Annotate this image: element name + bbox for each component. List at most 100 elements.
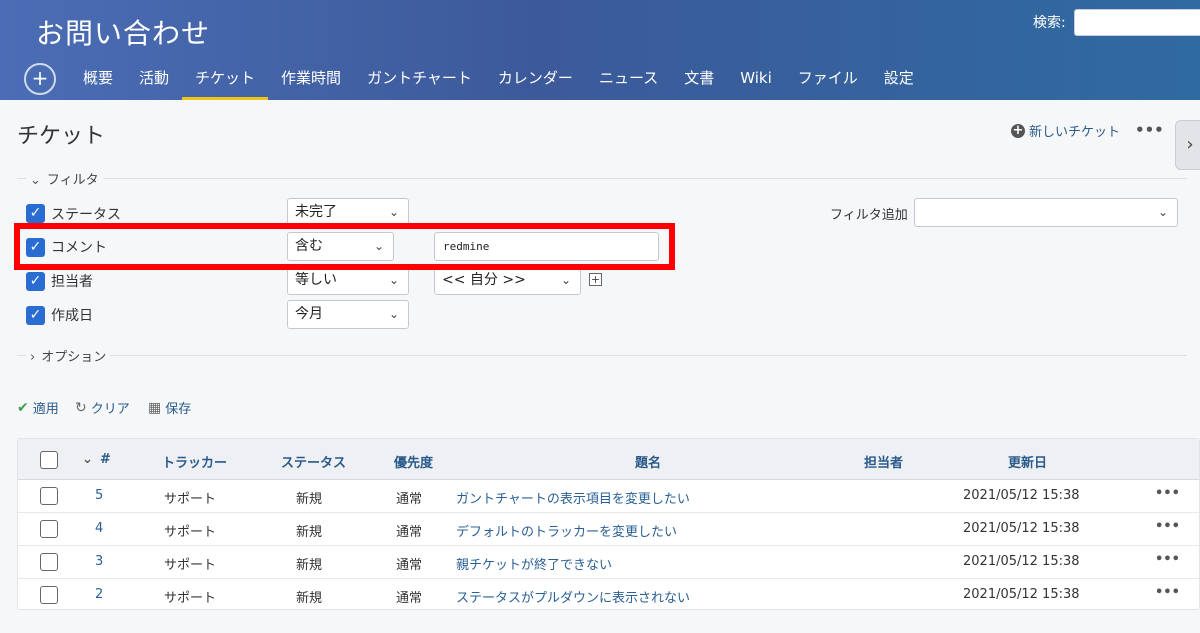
row-menu-icon[interactable]: •••	[1155, 519, 1180, 534]
project-title[interactable]: お問い合わせ	[36, 12, 210, 52]
issue-priority: 通常	[396, 492, 423, 507]
row-checkbox[interactable]	[40, 553, 58, 571]
issue-updated: 2021/05/12 15:38	[963, 488, 1080, 503]
new-object-button[interactable]: +	[24, 63, 56, 95]
new-issue-link[interactable]: + 新しいチケット	[1011, 121, 1120, 140]
chevron-down-icon: ⌄	[560, 273, 571, 287]
tab-overview[interactable]: 概要	[70, 60, 126, 100]
chevron-down-icon: ⌄	[388, 205, 399, 219]
issue-status: 新規	[296, 558, 323, 573]
filter-assignee-label: 担当者	[51, 274, 93, 290]
issue-subject[interactable]: ステータスがプルダウンに表示されない	[456, 587, 690, 606]
filter-assignee-operator-value: 等しい	[295, 272, 337, 288]
filter-assignee-operator[interactable]: 等しい ⌄	[287, 266, 409, 295]
filter-created-checkbox[interactable]: ✓	[26, 306, 45, 325]
select-all-checkbox[interactable]	[40, 451, 58, 469]
plus-icon: +	[31, 66, 49, 90]
table-header: ⌄ # トラッカー ステータス 優先度 題名 担当者 更新日	[18, 439, 1199, 480]
apply-link[interactable]: ✔ 適用	[17, 398, 59, 418]
reload-icon: ↻	[75, 399, 87, 416]
add-circle-icon: +	[1011, 122, 1025, 138]
sort-desc-icon[interactable]: ⌄	[82, 452, 93, 467]
filter-assignee-value: << 自分 >>	[442, 272, 526, 288]
issue-status: 新規	[296, 492, 323, 507]
row-checkbox[interactable]	[40, 487, 58, 505]
options-divider	[17, 355, 1187, 356]
issue-id[interactable]: 4	[95, 521, 103, 536]
issue-id[interactable]: 5	[95, 488, 103, 503]
filter-status-operator-value: 未完了	[295, 204, 337, 220]
col-priority[interactable]: 優先度	[394, 452, 433, 471]
filter-created-operator-value: 今月	[295, 306, 323, 322]
filter-assignee-checkbox[interactable]: ✓	[26, 272, 45, 291]
filter-assignee-value-select[interactable]: << 自分 >> ⌄	[434, 266, 581, 295]
issue-updated: 2021/05/12 15:38	[963, 587, 1080, 602]
table-row[interactable]: 3 サポート 新規 通常 親チケットが終了できない 2021/05/12 15:…	[18, 546, 1199, 579]
row-menu-icon[interactable]: •••	[1155, 585, 1180, 600]
more-actions-icon[interactable]: •••	[1135, 121, 1164, 139]
filter-divider	[17, 178, 1187, 179]
tab-files[interactable]: ファイル	[785, 60, 871, 100]
tab-gantt[interactable]: ガントチャート	[354, 60, 485, 100]
new-issue-label: 新しいチケット	[1029, 125, 1121, 140]
tab-issues[interactable]: チケット	[182, 60, 269, 100]
filter-legend[interactable]: ⌄ フィルタ	[26, 169, 103, 188]
main-menu: 概要 活動 チケット 作業時間 ガントチャート カレンダー ニュース 文書 Wi…	[70, 60, 927, 100]
tab-time-entries[interactable]: 作業時間	[268, 60, 354, 100]
table-row[interactable]: 5 サポート 新規 通常 ガントチャートの表示項目を変更したい 2021/05/…	[18, 480, 1199, 513]
issue-subject[interactable]: デフォルトのトラッカーを変更したい	[456, 521, 677, 540]
col-assignee[interactable]: 担当者	[864, 452, 903, 471]
issue-tracker: サポート	[164, 591, 217, 606]
apply-label: 適用	[32, 402, 59, 417]
issue-updated: 2021/05/12 15:38	[963, 554, 1080, 569]
row-menu-icon[interactable]: •••	[1155, 552, 1180, 567]
tab-calendar[interactable]: カレンダー	[485, 60, 586, 100]
issue-tracker: サポート	[164, 492, 217, 507]
table-row[interactable]: 2 サポート 新規 通常 ステータスがプルダウンに表示されない 2021/05/…	[18, 579, 1199, 612]
save-link[interactable]: ▦ 保存	[148, 398, 192, 418]
header: お問い合わせ 検索: + 概要 活動 チケット 作業時間 ガントチャート カレン…	[0, 0, 1200, 100]
search-input[interactable]	[1074, 9, 1200, 36]
tab-documents[interactable]: 文書	[671, 60, 727, 100]
col-id[interactable]: #	[100, 452, 111, 467]
tab-settings[interactable]: 設定	[871, 60, 927, 100]
col-subject[interactable]: 題名	[635, 452, 661, 471]
filter-created-operator[interactable]: 今月 ⌄	[287, 300, 409, 329]
chevron-right-icon: ›	[30, 350, 36, 365]
tab-news[interactable]: ニュース	[586, 60, 671, 100]
col-status[interactable]: ステータス	[281, 452, 346, 471]
table-row[interactable]: 4 サポート 新規 通常 デフォルトのトラッカーを変更したい 2021/05/1…	[18, 513, 1199, 546]
row-checkbox[interactable]	[40, 586, 58, 604]
col-tracker[interactable]: トラッカー	[162, 452, 227, 471]
chevron-down-icon: ⌄	[30, 173, 41, 188]
row-checkbox[interactable]	[40, 520, 58, 538]
chevron-down-icon: ⌄	[388, 273, 399, 287]
toggle-multiselect-icon[interactable]: +	[589, 273, 602, 286]
options-legend-label: オプション	[41, 350, 107, 365]
issue-status: 新規	[296, 591, 323, 606]
issues-table: ⌄ # トラッカー ステータス 優先度 題名 担当者 更新日 5 サポート 新規…	[17, 438, 1200, 610]
chevron-right-icon: ›	[1186, 134, 1194, 155]
issue-priority: 通常	[396, 525, 423, 540]
filter-status-checkbox[interactable]: ✓	[26, 204, 45, 223]
save-icon: ▦	[148, 399, 162, 416]
clear-link[interactable]: ↻ クリア	[75, 398, 130, 418]
row-menu-icon[interactable]: •••	[1155, 486, 1180, 501]
sidebar-toggle-button[interactable]: ›	[1175, 120, 1200, 170]
tab-activity[interactable]: 活動	[126, 60, 182, 100]
issue-subject[interactable]: ガントチャートの表示項目を変更したい	[456, 488, 690, 507]
options-legend[interactable]: › オプション	[26, 346, 111, 365]
tab-wiki[interactable]: Wiki	[727, 60, 785, 100]
issue-tracker: サポート	[164, 558, 217, 573]
issue-updated: 2021/05/12 15:38	[963, 521, 1080, 536]
issue-id[interactable]: 3	[95, 554, 103, 569]
issue-subject[interactable]: 親チケットが終了できない	[456, 554, 612, 573]
issue-id[interactable]: 2	[95, 587, 103, 602]
add-filter-select[interactable]: ⌄	[914, 198, 1178, 227]
save-label: 保存	[165, 402, 192, 417]
clear-label: クリア	[90, 402, 130, 417]
col-updated[interactable]: 更新日	[1008, 452, 1047, 471]
issue-priority: 通常	[396, 558, 423, 573]
chevron-down-icon: ⌄	[388, 307, 399, 321]
checkmark-icon: ✔	[17, 399, 29, 416]
